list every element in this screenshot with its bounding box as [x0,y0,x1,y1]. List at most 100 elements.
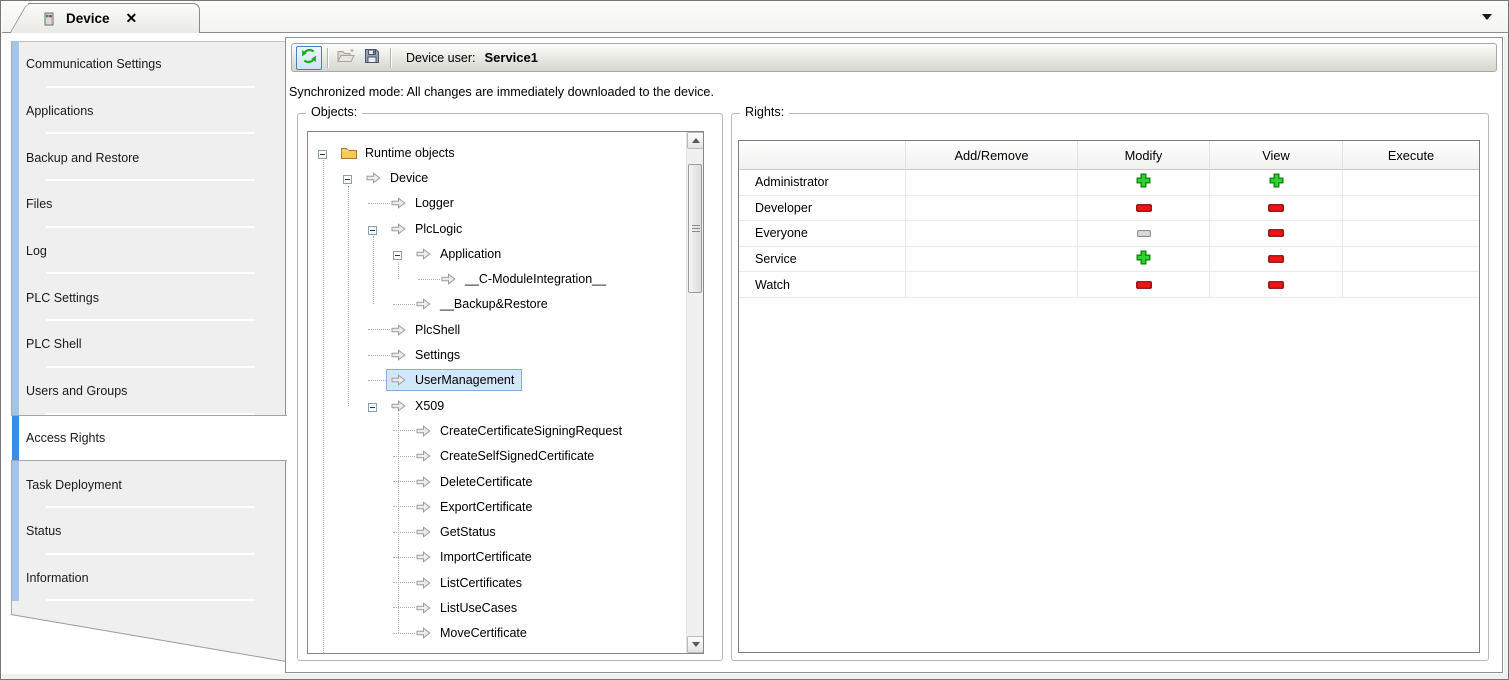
right-cell-watch-modify[interactable] [1078,272,1210,298]
sidebar-item-status[interactable]: Status [11,508,285,555]
tree-node-file-system-objects[interactable]: File system objects [308,646,703,653]
import-users-button[interactable] [333,46,359,70]
sidebar-item-label: PLC Settings [26,291,99,305]
right-cell-watch-view[interactable] [1210,272,1343,298]
right-cell-administrator-view[interactable] [1210,170,1343,196]
open-folder-icon [337,49,355,66]
deny-minus-icon [1268,226,1284,240]
tree-node-deletecertificate[interactable]: DeleteCertificate [308,469,703,494]
tree-node-createselfsignedcertificate[interactable]: CreateSelfSignedCertificate [308,444,703,469]
grant-plus-icon [1269,173,1284,191]
right-cell-service-add-remove[interactable] [906,247,1078,273]
toolbar-separator [327,48,328,68]
tree-node-plclogic[interactable]: PlcLogic [308,216,703,241]
right-cell-service-modify[interactable] [1078,247,1210,273]
tree-node-backup-restore[interactable]: __Backup&Restore [308,292,703,317]
scroll-up-button[interactable] [687,132,704,149]
close-icon[interactable]: ✕ [126,10,138,27]
sidebar-item-log[interactable]: Log [11,228,285,275]
right-cell-service-view[interactable] [1210,247,1343,273]
scrollbar-thumb[interactable] [688,164,702,293]
sidebar-item-communication-settings[interactable]: Communication Settings [11,41,285,88]
tree-node-exportcertificate[interactable]: ExportCertificate [308,494,703,519]
right-cell-everyone-execute[interactable] [1343,221,1479,247]
tree-node-label: PlcLogic [415,222,462,236]
right-cell-developer-modify[interactable] [1078,196,1210,222]
tree-node-c-moduleintegration[interactable]: __C-ModuleIntegration__ [308,266,703,291]
sidebar-item-information[interactable]: Information [11,555,285,602]
tree-node-runtime-objects[interactable]: Runtime objects [308,140,703,165]
right-cell-developer-add-remove[interactable] [906,196,1078,222]
sidebar-item-label: Status [26,524,61,538]
tree-connector-line [398,413,399,633]
expander-minus-icon[interactable] [393,249,402,258]
sidebar-item-plc-settings[interactable]: PLC Settings [11,274,285,321]
tab-device[interactable]: Device ✕ [28,3,200,33]
grant-plus-icon [1136,250,1151,268]
tree-node-label: Runtime objects [365,146,455,160]
expander-minus-icon[interactable] [368,224,377,233]
tree-node-movecertificate[interactable]: MoveCertificate [308,621,703,646]
tree-node-label: __Backup&Restore [440,297,548,311]
right-cell-watch-execute[interactable] [1343,272,1479,298]
tree-node-plcshell[interactable]: PlcShell [308,317,703,342]
tree-node-label: PlcShell [415,323,460,337]
tree-node-label: Device [390,171,428,185]
tree-node-importcertificate[interactable]: ImportCertificate [308,545,703,570]
expander-minus-icon[interactable] [318,148,327,157]
tree-node-x509[interactable]: X509 [308,393,703,418]
sidebar-item-task-deployment[interactable]: Task Deployment [11,461,285,508]
tree-node-label: GetStatus [440,525,496,539]
deny-minus-icon [1268,278,1284,292]
tree-node-listcertificates[interactable]: ListCertificates [308,570,703,595]
tree-node-application[interactable]: Application [308,241,703,266]
tree-node-usermanagement[interactable]: UserManagement [308,368,703,393]
tree-node-getstatus[interactable]: GetStatus [308,519,703,544]
tree-node-logger[interactable]: Logger [308,191,703,216]
sidebar-item-files[interactable]: Files [11,181,285,228]
scroll-down-button[interactable] [687,636,704,653]
tree-node-device[interactable]: Device [308,165,703,190]
right-cell-service-execute[interactable] [1343,247,1479,273]
sidebar-item-label: Communication Settings [26,57,161,71]
column-header-execute: Execute [1343,141,1479,170]
tree-node-listusecases[interactable]: ListUseCases [308,595,703,620]
neutral-minus-icon [1137,226,1151,240]
access-rights-toolbar: Device user: Service1 [291,43,1497,72]
right-cell-watch-add-remove[interactable] [906,272,1078,298]
group-name-cell: Administrator [739,170,906,196]
right-cell-everyone-add-remove[interactable] [906,221,1078,247]
expander-minus-icon[interactable] [343,173,352,182]
right-cell-developer-execute[interactable] [1343,196,1479,222]
chevron-down-icon[interactable] [1482,14,1492,20]
synchronized-mode-button[interactable] [296,46,322,70]
right-cell-everyone-modify[interactable] [1078,221,1210,247]
right-cell-administrator-add-remove[interactable] [906,170,1078,196]
arrow-icon [391,222,407,235]
arrow-icon [416,298,432,311]
right-cell-everyone-view[interactable] [1210,221,1343,247]
right-cell-administrator-execute[interactable] [1343,170,1479,196]
right-cell-developer-view[interactable] [1210,196,1343,222]
expander-minus-icon[interactable] [368,401,377,410]
arrow-icon [366,171,382,184]
grant-plus-icon [1136,173,1151,191]
sidebar-item-plc-shell[interactable]: PLC Shell [11,321,285,368]
arrow-icon [441,273,457,286]
sidebar-item-access-rights[interactable]: Access Rights [11,415,287,462]
right-cell-administrator-modify[interactable] [1078,170,1210,196]
tree-scrollbar[interactable] [686,132,703,653]
sidebar-item-label: Files [26,197,52,211]
sidebar-item-backup-and-restore[interactable]: Backup and Restore [11,134,285,181]
tree-node-label: Settings [415,348,460,362]
tree-node-createcertificatesigningrequest[interactable]: CreateCertificateSigningRequest [308,418,703,443]
tree-node-settings[interactable]: Settings [308,342,703,367]
arrow-icon [391,323,407,336]
sidebar-item-applications[interactable]: Applications [11,88,285,135]
export-users-button[interactable] [359,46,385,70]
sidebar-item-users-and-groups[interactable]: Users and Groups [11,368,285,415]
folder-icon [341,652,357,653]
toolbar-separator [390,48,391,68]
objects-legend: Objects: [306,105,362,119]
arrow-icon [416,475,432,488]
